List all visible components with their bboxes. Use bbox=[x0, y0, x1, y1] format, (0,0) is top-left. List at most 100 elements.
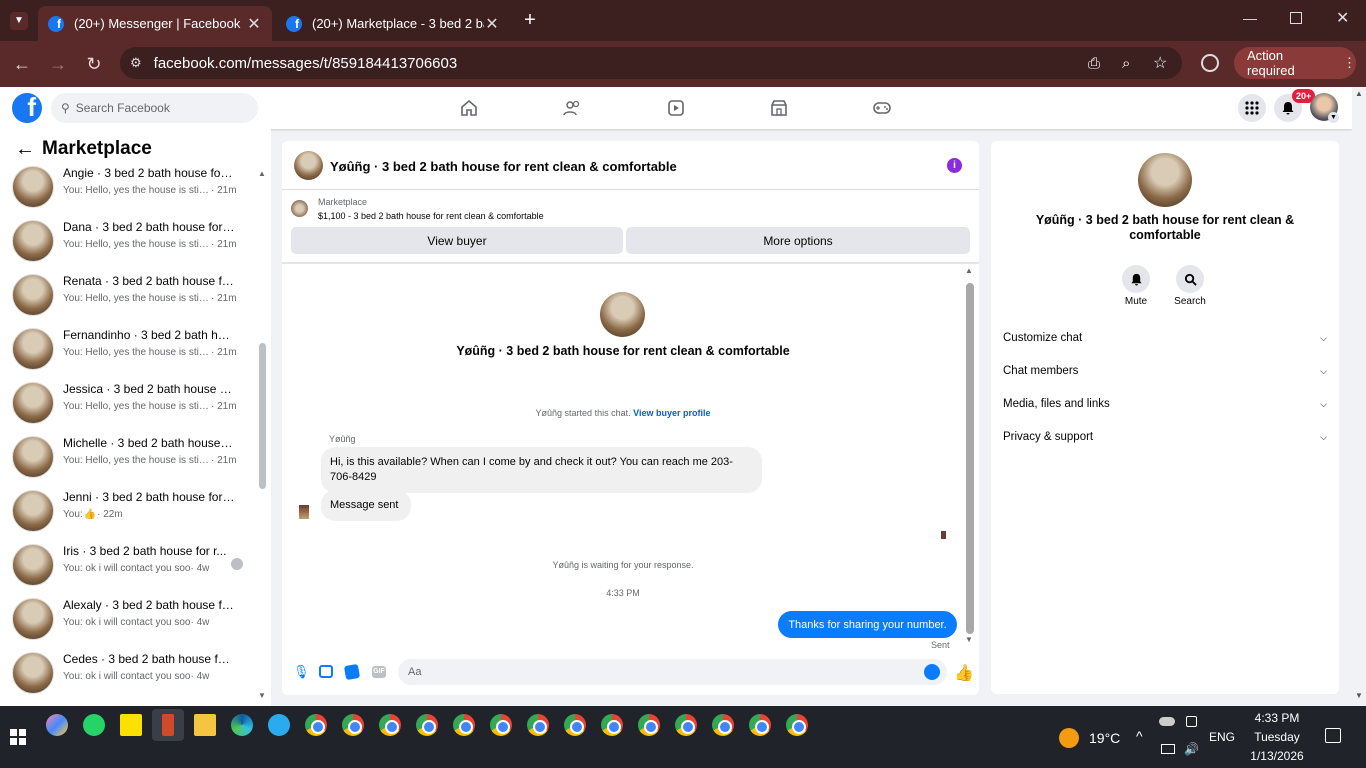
telegram-icon[interactable] bbox=[268, 714, 290, 736]
chrome-icon[interactable] bbox=[453, 714, 475, 736]
chrome-icon[interactable] bbox=[416, 714, 438, 736]
list-scrollbar[interactable]: ▲ ▼ bbox=[258, 169, 266, 702]
video-icon[interactable] bbox=[666, 98, 686, 118]
scroll-thumb[interactable] bbox=[259, 343, 266, 489]
media-files-links-section[interactable]: Media, files and links ⌵ bbox=[1003, 394, 1329, 414]
volume-icon[interactable]: 🔊 bbox=[1184, 742, 1199, 756]
copilot-icon[interactable] bbox=[46, 714, 68, 736]
onedrive-cloud-icon[interactable] bbox=[1159, 717, 1175, 726]
chrome-icon[interactable] bbox=[638, 714, 660, 736]
like-thumbs-up-icon[interactable]: 👍 bbox=[954, 663, 974, 683]
listing-line[interactable]: $1,100 - 3 bed 2 bath house for rent cle… bbox=[318, 211, 544, 221]
scroll-up-arrow-icon[interactable]: ▲ bbox=[258, 169, 266, 178]
chat-scrollbar[interactable]: ▲ ▼ bbox=[965, 266, 975, 646]
sticker-icon[interactable] bbox=[343, 663, 361, 681]
tab-messenger[interactable]: f (20+) Messenger | Facebook ✕ bbox=[38, 6, 272, 41]
list-item[interactable]: Jessica · 3 bed 2 bath house for... You:… bbox=[0, 380, 258, 434]
friends-icon[interactable] bbox=[562, 98, 582, 118]
chrome-icon[interactable] bbox=[342, 714, 364, 736]
profile-icon[interactable] bbox=[1201, 54, 1219, 72]
chevron-up-icon[interactable]: ^ bbox=[1136, 728, 1143, 744]
customize-chat-section[interactable]: Customize chat ⌵ bbox=[1003, 328, 1329, 348]
list-item[interactable]: Dana · 3 bed 2 bath house for r... You: … bbox=[0, 218, 258, 272]
page-scrollbar[interactable]: ▲ ▼ bbox=[1352, 87, 1366, 706]
facebook-logo-icon[interactable]: f bbox=[12, 93, 42, 123]
search-button[interactable] bbox=[1176, 265, 1204, 293]
clock-time[interactable]: 4:33 PM bbox=[1246, 711, 1308, 725]
minimize-button[interactable]: — bbox=[1243, 10, 1259, 30]
close-tab-icon[interactable]: ✕ bbox=[246, 14, 262, 34]
microphone-icon[interactable]: 🎙 bbox=[293, 664, 310, 679]
file-explorer-icon[interactable] bbox=[194, 714, 216, 736]
bookmark-star-icon[interactable]: ☆ bbox=[1153, 53, 1167, 73]
incoming-message[interactable]: Hi, is this available? When can I come b… bbox=[321, 447, 762, 493]
list-item[interactable]: Fernandinho · 3 bed 2 bath hou... You: H… bbox=[0, 326, 258, 380]
sticky-notes-icon[interactable] bbox=[120, 714, 142, 736]
marketplace-icon[interactable] bbox=[769, 98, 789, 118]
scroll-down-arrow-icon[interactable]: ▼ bbox=[965, 635, 973, 644]
back-arrow-icon[interactable]: ← bbox=[15, 138, 35, 161]
network-icon[interactable] bbox=[1161, 744, 1175, 754]
gif-icon[interactable]: GIF bbox=[372, 666, 386, 678]
scroll-down-arrow-icon[interactable]: ▼ bbox=[1355, 691, 1363, 700]
view-buyer-profile-link[interactable]: View buyer profile bbox=[633, 408, 710, 418]
meet-icon[interactable] bbox=[1186, 716, 1197, 727]
chevron-down-icon[interactable]: ▼ bbox=[1328, 112, 1339, 123]
chrome-icon[interactable] bbox=[749, 714, 771, 736]
action-required-button[interactable]: Action required ⋮ bbox=[1234, 47, 1356, 79]
list-item[interactable]: Jenni · 3 bed 2 bath house for r... You:… bbox=[0, 488, 258, 542]
search-input[interactable]: ⚲ Search Facebook bbox=[51, 93, 258, 123]
list-item[interactable]: Renata · 3 bed 2 bath house for... You: … bbox=[0, 272, 258, 326]
active-app-highlight[interactable] bbox=[152, 709, 184, 741]
list-item[interactable]: Angie · 3 bed 2 bath house for ... You: … bbox=[0, 164, 258, 218]
chrome-icon[interactable] bbox=[564, 714, 586, 736]
mute-button[interactable] bbox=[1122, 265, 1150, 293]
reload-icon[interactable]: ↻ bbox=[82, 52, 106, 76]
site-settings-icon[interactable]: ⚙ bbox=[130, 55, 142, 71]
chat-header-avatar[interactable] bbox=[294, 151, 323, 180]
back-icon[interactable]: ← bbox=[10, 52, 34, 76]
outgoing-message[interactable]: Thanks for sharing your number. bbox=[778, 611, 957, 638]
edge-icon[interactable] bbox=[231, 714, 253, 736]
list-item[interactable]: Michelle · 3 bed 2 bath house f... You: … bbox=[0, 434, 258, 488]
scroll-up-arrow-icon[interactable]: ▲ bbox=[1355, 89, 1363, 98]
scroll-thumb[interactable] bbox=[966, 283, 974, 634]
list-item[interactable]: Iris · 3 bed 2 bath house for r... You: … bbox=[0, 542, 258, 596]
temperature[interactable]: 19°C bbox=[1089, 730, 1120, 746]
info-icon[interactable]: i bbox=[947, 158, 962, 173]
close-window-button[interactable]: ✕ bbox=[1336, 8, 1352, 28]
tab-marketplace[interactable]: f (20+) Marketplace - 3 bed 2 ba ✕ bbox=[276, 6, 510, 41]
whatsapp-icon[interactable] bbox=[83, 714, 105, 736]
incoming-message[interactable]: Message sent bbox=[321, 490, 411, 521]
close-tab-icon[interactable]: ✕ bbox=[484, 14, 500, 34]
emoji-icon[interactable] bbox=[924, 664, 940, 680]
gaming-icon[interactable] bbox=[872, 98, 892, 118]
language-indicator[interactable]: ENG bbox=[1209, 730, 1235, 744]
menu-icon[interactable]: ⋮ bbox=[1343, 55, 1356, 71]
photo-icon[interactable] bbox=[319, 665, 333, 678]
chat-members-section[interactable]: Chat members ⌵ bbox=[1003, 361, 1329, 381]
zoom-icon[interactable]: ⌕ bbox=[1122, 55, 1130, 72]
chrome-icon[interactable] bbox=[601, 714, 623, 736]
weather-sun-icon[interactable] bbox=[1059, 728, 1079, 748]
profile-avatar[interactable] bbox=[600, 292, 645, 337]
menu-grid-icon[interactable] bbox=[1238, 94, 1266, 122]
chrome-icon[interactable] bbox=[490, 714, 512, 736]
chat-header-title[interactable]: Yøûñg · 3 bed 2 bath house for rent clea… bbox=[330, 159, 677, 174]
profile-avatar[interactable] bbox=[1138, 153, 1192, 207]
tab-search-dropdown-icon[interactable]: ▼ bbox=[10, 12, 28, 30]
forward-icon[interactable]: → bbox=[46, 52, 70, 76]
more-options-button[interactable]: More options bbox=[626, 227, 970, 254]
clock-date[interactable]: 1/13/2026 bbox=[1246, 749, 1308, 763]
chrome-icon[interactable] bbox=[305, 714, 327, 736]
new-tab-button[interactable]: + bbox=[520, 8, 540, 32]
clock-day[interactable]: Tuesday bbox=[1246, 730, 1308, 744]
windows-start-icon[interactable] bbox=[10, 729, 26, 745]
list-item[interactable]: Alexaly · 3 bed 2 bath house for... You:… bbox=[0, 596, 258, 650]
list-item[interactable]: Cedes · 3 bed 2 bath house for ... You: … bbox=[0, 650, 258, 704]
chrome-icon[interactable] bbox=[675, 714, 697, 736]
chrome-icon[interactable] bbox=[712, 714, 734, 736]
notification-center-icon[interactable] bbox=[1325, 728, 1341, 743]
address-bar[interactable]: ⚙ facebook.com/messages/t/85918441370660… bbox=[120, 47, 1182, 79]
scroll-up-arrow-icon[interactable]: ▲ bbox=[965, 266, 973, 275]
